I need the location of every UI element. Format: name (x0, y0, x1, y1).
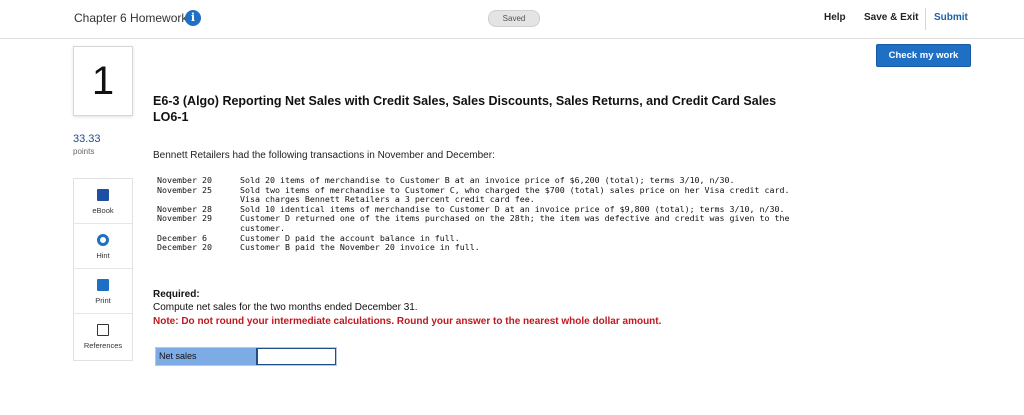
transaction-row: November 25 Sold two items of merchandis… (157, 184, 805, 205)
question-intro: Bennett Retailers had the following tran… (153, 150, 495, 161)
question-number: 1 (73, 46, 133, 116)
print-label: Print (95, 296, 111, 305)
save-exit-link[interactable]: Save & Exit (864, 12, 918, 23)
learning-objective: LO6-1 (153, 110, 189, 124)
hint-button[interactable]: Hint (74, 224, 132, 269)
net-sales-input[interactable] (256, 348, 336, 365)
print-button[interactable]: Print (74, 269, 132, 314)
references-label: References (83, 341, 123, 350)
check-my-work-button[interactable]: Check my work (876, 44, 971, 67)
rounding-note: Note: Do not round your intermediate cal… (153, 316, 662, 327)
assignment-title: Chapter 6 Homework (74, 11, 188, 25)
compute-instruction: Compute net sales for the two months end… (153, 302, 418, 313)
question-title-line: E6-3 (Algo) Reporting Net Sales with Cre… (153, 94, 777, 108)
transaction-row: December 20 Customer B paid the November… (157, 243, 805, 253)
saved-status-badge: Saved (488, 10, 540, 27)
transaction-date: December 20 (157, 242, 212, 253)
transaction-description: Sold two items of merchandise to Custome… (240, 184, 790, 205)
documents-icon (97, 324, 109, 336)
submit-link[interactable]: Submit (934, 12, 968, 23)
lifebuoy-icon (97, 234, 109, 246)
ebook-label: eBook (92, 206, 114, 215)
top-bar: Chapter 6 Homework i Saved Help Save & E… (0, 0, 1024, 39)
transaction-row: November 29 Customer D returned one of t… (157, 214, 805, 233)
net-sales-label: Net sales (156, 348, 256, 365)
transaction-date: November 29 (157, 213, 212, 224)
points-value: 33.33 (73, 133, 101, 145)
points-label: points (73, 147, 95, 156)
transaction-date: November 25 (157, 184, 212, 195)
info-icon[interactable]: i (185, 10, 201, 26)
references-button[interactable]: References (74, 314, 132, 360)
question-tools: eBook Hint Print References (73, 178, 133, 361)
ebook-button[interactable]: eBook (74, 179, 132, 224)
transactions-list: November 20 Sold 20 items of merchandise… (157, 175, 805, 253)
header-divider (925, 8, 926, 30)
transaction-description: Customer D returned one of the items pur… (240, 213, 790, 233)
book-icon (97, 189, 109, 201)
help-link[interactable]: Help (824, 12, 846, 23)
hint-label: Hint (96, 251, 110, 260)
required-heading: Required: (153, 289, 200, 300)
printer-icon (97, 279, 109, 291)
question-title: E6-3 (Algo) Reporting Net Sales with Cre… (153, 93, 873, 125)
answer-row: Net sales (155, 347, 337, 366)
transaction-description: Customer B paid the November 20 invoice … (240, 242, 480, 253)
